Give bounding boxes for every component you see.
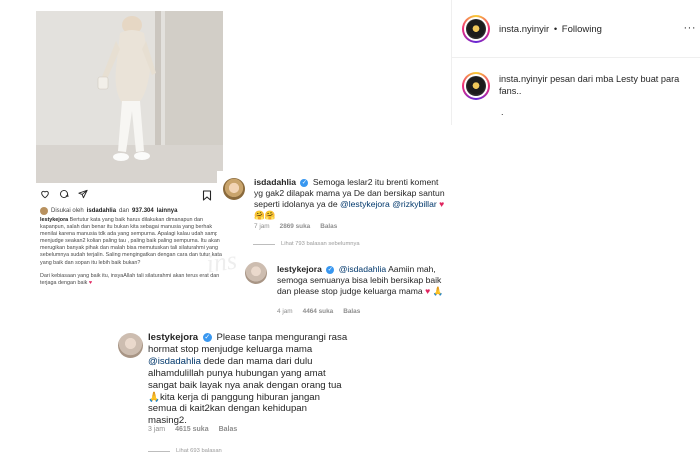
more-options-icon[interactable]: ··· (684, 22, 697, 34)
comment-card-lestykejora: lestykejora ✓ Please tanpa mengurangi ra… (108, 330, 352, 465)
comment-time: 4 jam (277, 308, 293, 315)
avatar[interactable] (118, 333, 143, 358)
emoji: ♥ 🙏 (425, 286, 444, 296)
comment-meta: 3 jam 4615 suka Balas (148, 426, 237, 433)
reply-button[interactable]: Balas (343, 308, 360, 315)
comment-body: isdadahlia ✓ Semoga leslar2 itu brenti k… (254, 177, 447, 221)
post-sidebar: insta.nyinyir • Following ··· insta.nyin… (451, 0, 700, 465)
comment-username[interactable]: isdadahlia (254, 177, 296, 187)
comment-time: 7 jam (254, 223, 270, 230)
share-icon[interactable] (78, 189, 88, 199)
caption-paragraph-2: Dari kebiasaan yang baik itu, insyaAllah… (40, 272, 220, 286)
caption-paragraph-1: Bertutur kata yang baik harus dilakukan … (40, 217, 223, 266)
comment-body: lestykejora ✓ Please tanpa mengurangi ra… (148, 332, 348, 427)
heart-icon[interactable] (40, 189, 50, 199)
avatar[interactable] (223, 178, 245, 200)
comment-body: lestykejora ✓ @isdadahlia Aamiin mah, se… (277, 264, 449, 297)
caption-user[interactable]: lestykejora (40, 217, 68, 223)
avatar[interactable] (462, 15, 490, 43)
post-header: insta.nyinyir • Following ··· (451, 0, 700, 58)
red-heart-emoji: ♥ (88, 279, 93, 286)
bookmark-icon[interactable] (202, 188, 212, 206)
comment-card-lestykejora-reply: Lihat 793 balasan sebelumnya lestykejora… (237, 236, 449, 320)
following-button[interactable]: Following (562, 24, 602, 35)
mention-link[interactable]: @isdadahlia (339, 264, 386, 274)
caption-extra: . (501, 107, 504, 117)
verified-badge-icon: ✓ (326, 265, 335, 274)
post-media: Disukai oleh isdadahlia dan 937.304 lain… (0, 0, 451, 465)
divider-line (148, 450, 170, 452)
view-replies-label[interactable]: Lihat 693 balasan (176, 448, 222, 454)
liked-count[interactable]: 937.304 (132, 208, 154, 214)
mention-link[interactable]: @lestykejora (340, 199, 390, 209)
view-replies-label[interactable]: Lihat 793 balasan sebelumnya (281, 241, 360, 247)
comment-card-isdadahlia: isdadahlia ✓ Semoga leslar2 itu brenti k… (217, 171, 449, 235)
verified-badge-icon: ✓ (300, 178, 309, 187)
liked-middle: dan (119, 208, 130, 214)
avatar[interactable] (462, 72, 490, 100)
comment-username[interactable]: lestykejora (277, 264, 322, 274)
profile-picture (466, 19, 486, 39)
comment-likes[interactable]: 2869 suka (280, 223, 311, 230)
comment-username[interactable]: lestykejora (148, 332, 198, 343)
header-account: insta.nyinyir • Following (499, 24, 602, 35)
comment-icon[interactable] (59, 189, 69, 199)
comment-meta: 4 jam 4464 suka Balas (277, 308, 360, 315)
comment-time: 3 jam (148, 426, 166, 433)
separator-dot: • (553, 24, 558, 35)
view-replies[interactable]: Lihat 693 balasan (148, 448, 222, 454)
liked-user[interactable]: isdadahlia (87, 208, 116, 214)
sidebar-caption: insta.nyinyir pesan dari mba Lesty buat … (499, 74, 689, 97)
divider-line (253, 243, 275, 245)
comment-likes[interactable]: 4615 suka (175, 426, 208, 433)
post-action-bar (40, 189, 88, 199)
post-photo (36, 11, 223, 183)
comment-likes[interactable]: 4464 suka (303, 308, 334, 315)
comment-meta: 7 jam 2869 suka Balas (254, 223, 337, 230)
mention-link[interactable]: @isdadahlia (148, 356, 201, 367)
avatar[interactable] (245, 262, 267, 284)
liked-suffix[interactable]: lainnya (157, 208, 178, 214)
mention-link[interactable]: @rizkybillar (392, 199, 437, 209)
view-previous-replies[interactable]: Lihat 793 balasan sebelumnya (253, 241, 360, 247)
liker-avatar (40, 207, 48, 215)
reply-button[interactable]: Balas (219, 426, 238, 433)
header-username[interactable]: insta.nyinyir (499, 24, 549, 35)
liked-by-line: Disukai oleh isdadahlia dan 937.304 lain… (40, 207, 177, 215)
reply-button[interactable]: Balas (320, 223, 337, 230)
post-caption: lestykejora Bertutur kata yang baik haru… (40, 217, 224, 293)
liked-prefix: Disukai oleh (51, 208, 84, 214)
verified-badge-icon: ✓ (202, 332, 212, 342)
woman-figure-illustration (97, 16, 156, 161)
profile-picture (466, 76, 486, 96)
caption-username[interactable]: insta.nyinyir (499, 74, 548, 84)
